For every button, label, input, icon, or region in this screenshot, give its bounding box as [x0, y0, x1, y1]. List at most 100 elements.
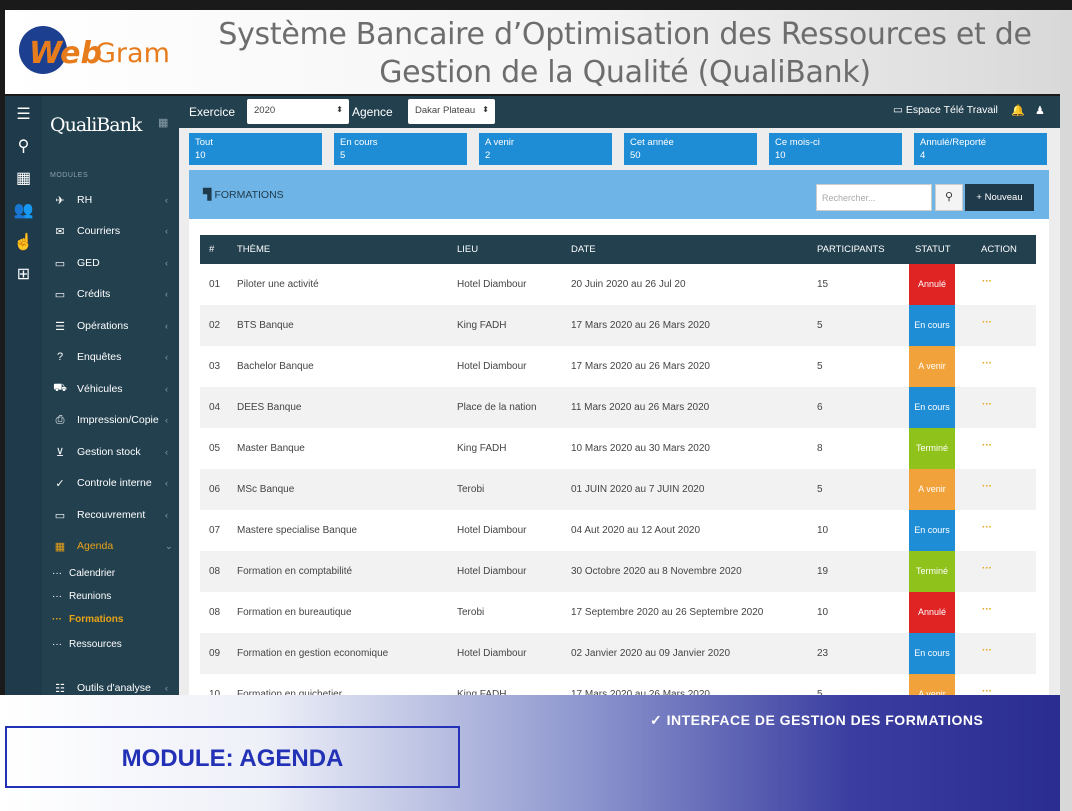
cell-participants: 8 [817, 443, 823, 454]
action-menu-icon[interactable]: ··· [982, 563, 992, 574]
logo-web-text: Web [29, 36, 102, 71]
status-badge: En cours [909, 387, 955, 428]
stat-en-cours[interactable]: En cours 5 [334, 133, 467, 165]
chevron-left-icon: ‹ [165, 683, 168, 693]
sidebar-item-courriers[interactable]: ✉ Courriers ‹ [42, 218, 179, 244]
mail-icon: ✉ [55, 225, 65, 238]
stat-a-venir[interactable]: A venir 2 [479, 133, 612, 165]
medkit-icon[interactable]: ⊞ [5, 262, 42, 288]
sidebar-item-impression[interactable]: ⎙ Impression/Copie ‹ [42, 407, 179, 433]
search-icon[interactable]: ⚲ [5, 134, 42, 160]
cell-date: 17 Mars 2020 au 26 Mars 2020 [571, 320, 710, 331]
table-row[interactable]: 10 Formation en guichetier King FADH 17 Mar… [200, 674, 1036, 696]
action-menu-icon[interactable]: ··· [982, 604, 992, 615]
sidebar-item-credits[interactable]: ▭ Crédits ‹ [42, 281, 179, 307]
action-menu-icon[interactable]: ··· [982, 399, 992, 410]
search-button[interactable]: ⚲ [935, 184, 963, 211]
cell-n: 09 [209, 648, 221, 659]
table-row[interactable]: 04 DEES Banque Place de la nation 11 Mars 2… [200, 387, 1036, 428]
calendar-icon[interactable]: ▦ [5, 166, 42, 192]
sitemap-icon: ▜ [203, 189, 212, 201]
sub-item-formations[interactable]: ··· Formations [52, 614, 123, 625]
table-header: # THÈME LIEU DATE PARTICIPANTS STATUT AC… [200, 235, 1036, 264]
table-row[interactable]: 03 Bachelor Banque Hotel Diambour 17 Mars 2… [200, 346, 1036, 387]
cell-date: 20 Juin 2020 au 26 Jul 20 [571, 279, 686, 290]
sub-item-reunions[interactable]: ··· Reunions [52, 591, 111, 602]
cell-lieu: Hotel Diambour [457, 566, 527, 577]
cell-participants: 10 [817, 607, 829, 618]
table-row[interactable]: 02 BTS Banque King FADH 17 Mars 2020 au 26 … [200, 305, 1036, 346]
chevron-left-icon: ‹ [165, 478, 168, 488]
cell-lieu: Hotel Diambour [457, 525, 527, 536]
cell-date: 04 Aut 2020 au 12 Aout 2020 [571, 525, 701, 536]
menu-icon[interactable]: ☰ [5, 102, 42, 128]
table-row[interactable]: 06 MSc Banque Terobi 01 JUIN 2020 au 7 JUIN… [200, 469, 1036, 510]
stat-ce-mois[interactable]: Ce mois-ci 10 [769, 133, 902, 165]
cell-lieu: Terobi [457, 607, 485, 618]
hand-icon[interactable]: ☝ [5, 230, 42, 256]
action-menu-icon[interactable]: ··· [982, 317, 992, 328]
grid-icon[interactable]: ▦ [158, 116, 168, 129]
agence-select[interactable]: Dakar Plateau ⬍ [408, 99, 495, 124]
printer-icon: ⎙ [55, 413, 65, 426]
table-row[interactable]: 08 Formation en comptabilité Hotel Diambou… [200, 551, 1036, 592]
cell-date: 30 Octobre 2020 au 8 Novembre 2020 [571, 566, 742, 577]
sidebar-item-recouvrement[interactable]: ▭ Recouvrement ‹ [42, 502, 179, 528]
cell-theme: DEES Banque [237, 402, 302, 413]
cell-theme: Piloter une activité [237, 279, 319, 290]
car-icon: ⛟ [53, 382, 67, 394]
teletravail-link[interactable]: ▭ Espace Télé Travail [893, 104, 998, 116]
sidebar-item-vehicules[interactable]: ⛟ Véhicules ‹ [42, 376, 179, 402]
search-input[interactable]: Rechercher... [816, 184, 932, 211]
sidebar-item-agenda[interactable]: ▦ Agenda ⌄ [42, 533, 179, 559]
chevron-left-icon: ‹ [165, 258, 168, 268]
module-box: MODULE: AGENDA [5, 726, 460, 788]
sidebar-item-operations[interactable]: ☰ Opérations ‹ [42, 313, 179, 339]
user-icon[interactable]: ♟ [1035, 104, 1045, 117]
exercice-label: Exercice [189, 105, 236, 119]
exercice-select[interactable]: 2020 ⬍ [247, 99, 349, 124]
sidebar-item-enquetes[interactable]: ? Enquêtes ‹ [42, 344, 179, 370]
stat-tout[interactable]: Tout 10 [189, 133, 322, 165]
users-icon[interactable]: 👥 [5, 198, 42, 224]
card-title: ▜ FORMATIONS [203, 189, 284, 201]
agence-label: Agence [352, 105, 393, 119]
table-row[interactable]: 08 Formation en bureautique Terobi 17 Septe… [200, 592, 1036, 633]
stat-annule-reporte[interactable]: Annulé/Reporté 4 [914, 133, 1047, 165]
sidebar-item-stock[interactable]: ⊻ Gestion stock ‹ [42, 439, 179, 465]
action-menu-icon[interactable]: ··· [982, 276, 992, 287]
chevron-left-icon: ‹ [165, 226, 168, 236]
database-icon: ☷ [55, 682, 65, 695]
action-menu-icon[interactable]: ··· [982, 481, 992, 492]
chevron-left-icon: ‹ [165, 352, 168, 362]
sub-item-calendrier[interactable]: ··· Calendrier [52, 568, 115, 579]
table-row[interactable]: 09 Formation en gestion economique Hotel D… [200, 633, 1036, 674]
bell-icon[interactable]: 🔔 [1011, 104, 1025, 117]
cell-lieu: Hotel Diambour [457, 648, 527, 659]
sub-item-ressources[interactable]: ··· Ressources [52, 639, 122, 650]
action-menu-icon[interactable]: ··· [982, 522, 992, 533]
action-menu-icon[interactable]: ··· [982, 645, 992, 656]
banner-title-line1: Système Bancaire d’Optimisation des Ress… [218, 17, 1032, 52]
status-badge: A venir [909, 346, 955, 387]
table-row[interactable]: 01 Piloter une activité Hotel Diambour 20 J… [200, 264, 1036, 305]
table-row[interactable]: 07 Mastere specialise Banque Hotel Diambou… [200, 510, 1036, 551]
status-badge: Terminé [909, 428, 955, 469]
sidebar-item-outils[interactable]: ☷ Outils d'analyse ‹ [42, 675, 179, 696]
banner: Web Gram Système Bancaire d’Optimisation… [5, 10, 1060, 94]
sidebar-item-rh[interactable]: ✈ RH ‹ [42, 187, 179, 213]
cell-n: 02 [209, 320, 221, 331]
cell-lieu: King FADH [457, 443, 507, 454]
cell-participants: 10 [817, 525, 829, 536]
action-menu-icon[interactable]: ··· [982, 440, 992, 451]
sidebar-item-controle[interactable]: ✓ Controle interne ‹ [42, 470, 179, 496]
new-button[interactable]: + Nouveau [965, 184, 1034, 211]
sidebar-item-ged[interactable]: ▭ GED ‹ [42, 250, 179, 276]
cell-participants: 19 [817, 566, 829, 577]
folder-icon: ▭ [54, 257, 66, 270]
stat-cet-annee[interactable]: Cet année 50 [624, 133, 757, 165]
action-menu-icon[interactable]: ··· [982, 358, 992, 369]
select-arrow-icon: ⬍ [336, 105, 343, 114]
table-row[interactable]: 05 Master Banque King FADH 10 Mars 2020 au … [200, 428, 1036, 469]
banner-title-line2: Gestion de la Qualité (QualiBank) [379, 55, 871, 90]
